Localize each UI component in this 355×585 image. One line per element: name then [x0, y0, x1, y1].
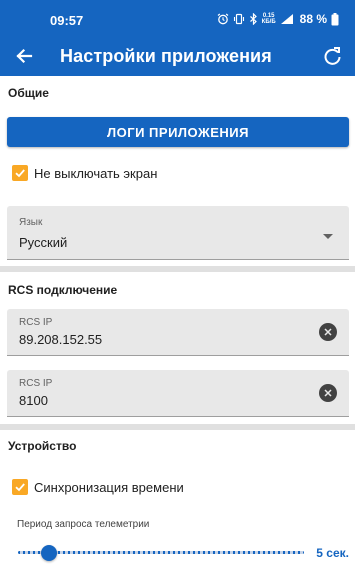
keep-screen-on-label: Не выключать экран — [34, 165, 158, 181]
app-logs-button[interactable]: ЛОГИ ПРИЛОЖЕНИЯ — [7, 117, 349, 147]
section-device-title: Устройство — [8, 439, 77, 453]
telemetry-slider-thumb[interactable] — [41, 545, 57, 561]
close-icon — [324, 328, 332, 336]
back-button[interactable] — [12, 44, 36, 68]
arrow-back-icon — [16, 48, 33, 64]
section-general-title: Общие — [8, 86, 49, 100]
section-rcs-title: RCS подключение — [8, 283, 118, 297]
rcs-ip-field[interactable]: RCS IP 89.208.152.55 — [7, 309, 349, 356]
battery-icon — [331, 12, 339, 25]
clear-ip-button[interactable] — [319, 323, 337, 341]
checkmark-icon — [15, 483, 25, 492]
status-bar: 09:57 0.15 КБ/Б 88 % — [0, 0, 355, 36]
telemetry-slider-track[interactable] — [18, 551, 304, 554]
status-icons: 0.15 КБ/Б 88 % — [217, 11, 339, 27]
time-sync-checkbox[interactable] — [12, 479, 28, 495]
reset-button[interactable] — [321, 44, 345, 68]
app-bar: Настройки приложения — [0, 36, 355, 76]
alarm-icon — [217, 13, 229, 25]
section-divider — [0, 266, 355, 272]
checkmark-icon — [15, 169, 25, 178]
rcs-port-field[interactable]: RCS IP 8100 — [7, 370, 349, 417]
bluetooth-icon — [249, 13, 257, 25]
rcs-port-label: RCS IP — [19, 378, 53, 389]
dropdown-arrow-icon[interactable] — [323, 234, 333, 239]
language-value: Русский — [19, 235, 68, 250]
clear-port-button[interactable] — [319, 384, 337, 402]
battery-percent: 88 % — [299, 12, 327, 26]
rcs-ip-value[interactable]: 89.208.152.55 — [19, 332, 102, 347]
time-sync-label: Синхронизация времени — [34, 479, 184, 495]
language-select[interactable]: Язык Русский — [7, 206, 349, 260]
rcs-port-value[interactable]: 8100 — [19, 393, 48, 408]
time-sync-row[interactable]: Синхронизация времени — [12, 478, 184, 496]
section-divider — [0, 424, 355, 430]
telemetry-period-value: 5 сек. — [316, 546, 349, 560]
network-speed: 0.15 КБ/Б — [261, 13, 276, 25]
status-time: 09:57 — [50, 13, 84, 28]
keep-screen-on-checkbox[interactable] — [12, 165, 28, 181]
page-title: Настройки приложения — [60, 46, 272, 66]
refresh-icon — [324, 47, 341, 65]
close-icon — [324, 389, 332, 397]
telemetry-period-label: Период запроса телеметрии — [17, 519, 150, 530]
signal-icon — [280, 14, 293, 24]
keep-screen-on-row[interactable]: Не выключать экран — [12, 164, 157, 182]
rcs-ip-label: RCS IP — [19, 317, 53, 328]
vibrate-icon — [233, 13, 244, 25]
language-label: Язык — [19, 217, 43, 228]
